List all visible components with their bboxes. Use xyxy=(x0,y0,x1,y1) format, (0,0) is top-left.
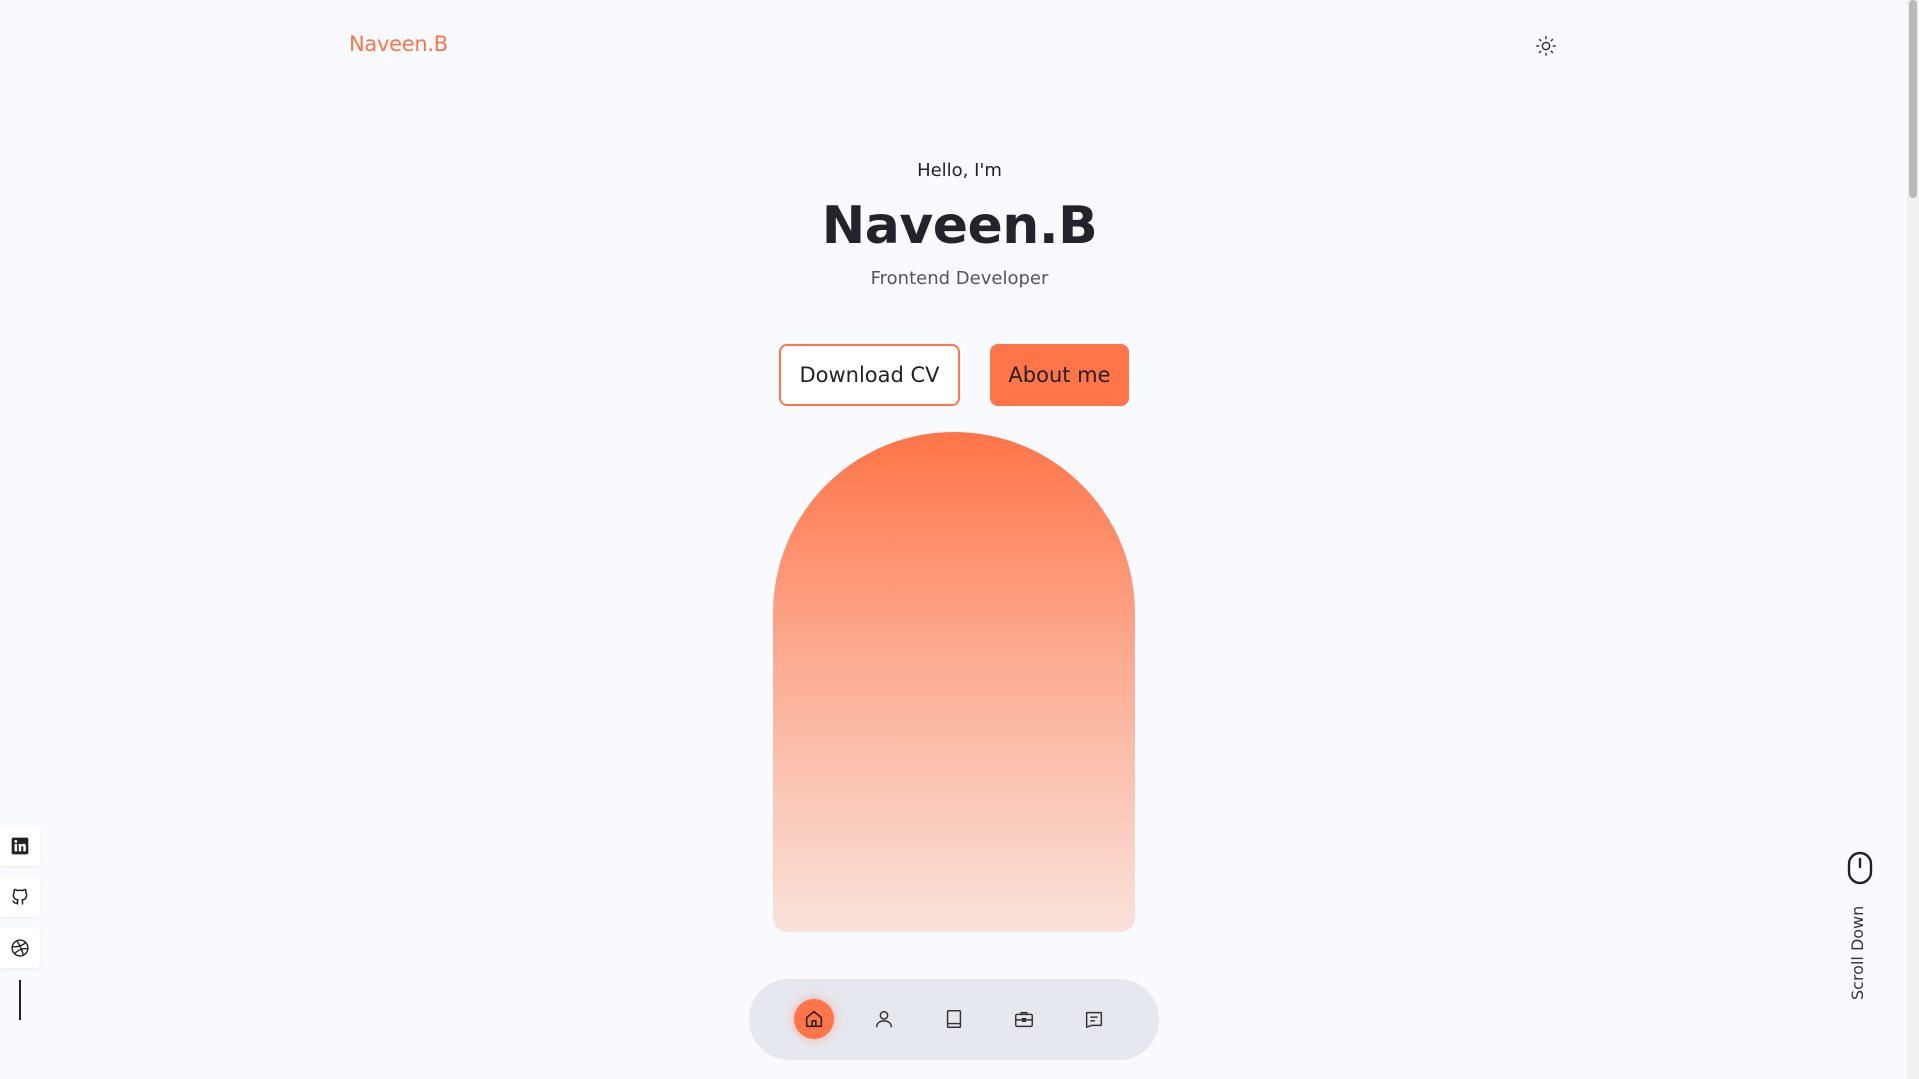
nav-about[interactable] xyxy=(864,999,904,1039)
social-divider-line xyxy=(19,980,21,1020)
github-icon xyxy=(10,887,30,907)
page-scrollbar[interactable] xyxy=(1907,0,1919,1079)
scroll-down-mouse[interactable] xyxy=(1847,851,1881,885)
linkedin-icon xyxy=(10,836,30,856)
hero-image-arch xyxy=(773,432,1135,932)
github-link[interactable] xyxy=(0,877,40,917)
briefcase-icon xyxy=(1013,1008,1035,1030)
about-me-button[interactable]: About me xyxy=(990,344,1129,406)
hero-greeting: Hello, I'm xyxy=(917,160,1002,181)
scrollbar-thumb[interactable] xyxy=(1909,0,1917,198)
theme-toggle-button[interactable] xyxy=(1532,32,1560,60)
message-icon xyxy=(1083,1008,1105,1030)
nav-skills[interactable] xyxy=(934,999,974,1039)
dribbble-icon xyxy=(10,938,30,958)
sun-icon xyxy=(1535,35,1557,57)
download-cv-button[interactable]: Download CV xyxy=(779,344,960,406)
scroll-down-label[interactable]: Scroll Down xyxy=(1848,900,1872,1000)
mouse-icon xyxy=(1847,851,1881,885)
social-links xyxy=(0,826,40,979)
nav-portfolio[interactable] xyxy=(1004,999,1044,1039)
site-logo[interactable]: Naveen.B xyxy=(349,32,448,56)
bottom-nav xyxy=(749,979,1159,1060)
user-icon xyxy=(873,1008,895,1030)
linkedin-link[interactable] xyxy=(0,826,40,866)
nav-contact[interactable] xyxy=(1074,999,1114,1039)
home-icon xyxy=(803,1008,825,1030)
hero-role: Frontend Developer xyxy=(870,268,1049,289)
book-icon xyxy=(943,1008,965,1030)
dribbble-link[interactable] xyxy=(0,928,40,968)
hero-name: Naveen.B xyxy=(821,196,1098,256)
nav-home[interactable] xyxy=(794,999,834,1039)
